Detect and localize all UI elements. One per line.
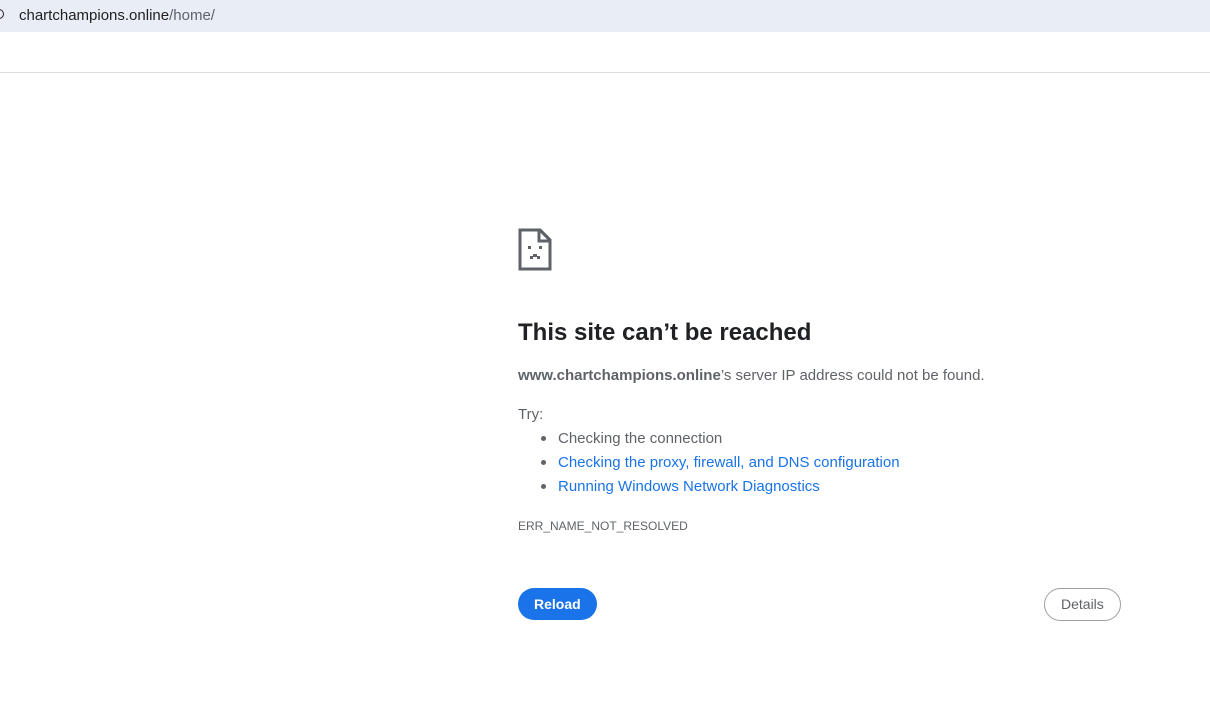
url-text[interactable]: chartchampions.online/home/ — [19, 7, 215, 25]
error-summary: www.chartchampions.online’s server IP ad… — [518, 366, 985, 386]
details-button[interactable]: Details — [1044, 588, 1121, 621]
site-info-icon[interactable] — [0, 9, 4, 19]
suggestion-check-connection: Checking the connection — [518, 428, 900, 452]
url-host: chartchampions.online — [19, 7, 170, 24]
error-title: This site can’t be reached — [518, 319, 812, 346]
error-code: ERR_NAME_NOT_RESOLVED — [518, 519, 688, 533]
error-summary-text: ’s server IP address could not be found. — [720, 367, 985, 384]
suggestions-list: Checking the connection Checking the pro… — [518, 428, 900, 500]
bookmarks-bar — [0, 32, 1210, 73]
proxy-firewall-dns-link[interactable]: Checking the proxy, firewall, and DNS co… — [558, 454, 900, 471]
suggestion-network-diagnostics: Running Windows Network Diagnostics — [518, 476, 900, 500]
url-path: /home/ — [169, 7, 215, 24]
reload-button[interactable]: Reload — [518, 588, 597, 620]
try-label: Try: — [518, 406, 544, 423]
error-domain: www.chartchampions.online — [518, 367, 721, 384]
sad-page-icon — [518, 228, 552, 271]
address-bar[interactable]: chartchampions.online/home/ — [0, 0, 1210, 32]
suggestion-proxy-firewall-dns: Checking the proxy, firewall, and DNS co… — [518, 452, 900, 476]
network-diagnostics-link[interactable]: Running Windows Network Diagnostics — [558, 478, 820, 495]
